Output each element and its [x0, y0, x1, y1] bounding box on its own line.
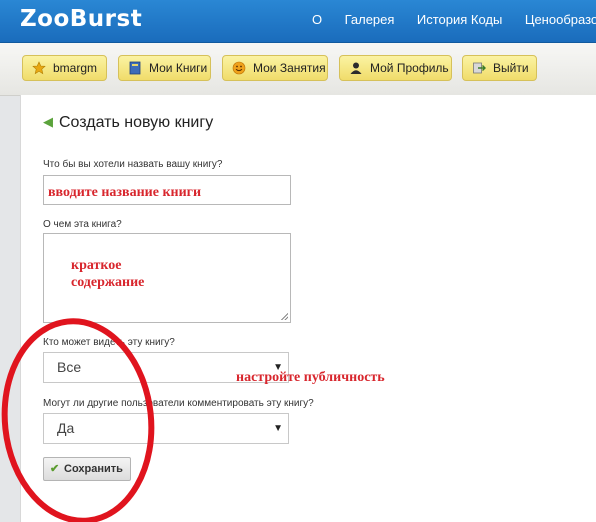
annotation-name-hint: вводите название книги — [48, 185, 202, 200]
comments-label: Могут ли другие пользователи комментиров… — [43, 398, 314, 409]
page-title: ◀ Создать новую книгу — [43, 114, 214, 131]
nav-item-pricing[interactable]: Ценообразова — [525, 12, 596, 27]
zooburst-logo[interactable]: ZooBurst — [20, 6, 142, 32]
logout-button[interactable]: Выйти — [462, 55, 537, 81]
nav-item-stories[interactable]: История Коды — [417, 12, 502, 27]
star-icon — [32, 61, 46, 75]
nav-item-about[interactable]: О — [312, 12, 322, 27]
logout-label: Выйти — [493, 61, 529, 75]
annotation-summary-line1: краткое — [71, 258, 122, 273]
check-icon: ✔ — [50, 463, 60, 475]
chevron-down-icon: ▼ — [273, 423, 283, 434]
book-about-label: О чем эта книга? — [43, 219, 122, 230]
comments-select[interactable]: Да ▼ — [43, 413, 289, 444]
my-classes-button[interactable]: Мои Занятия — [222, 55, 328, 81]
book-icon — [129, 61, 141, 75]
my-profile-label: Мой Профиль — [370, 61, 449, 75]
create-book-panel: ◀ Создать новую книгу Что бы вы хотели на… — [20, 95, 596, 522]
my-books-button[interactable]: Мои Книги — [118, 55, 211, 81]
smiley-icon — [232, 61, 246, 75]
user-button[interactable]: bmargm — [22, 55, 107, 81]
nav-item-gallery[interactable]: Галерея — [345, 12, 395, 27]
save-label: Сохранить — [64, 463, 123, 475]
logout-icon — [473, 62, 486, 74]
main-nav: О Галерея История Коды Ценообразова — [312, 11, 596, 29]
top-navbar: ZooBurst О Галерея История Коды Ценообра… — [0, 0, 596, 43]
save-button[interactable]: ✔ Сохранить — [43, 457, 131, 481]
my-books-label: Мои Книги — [149, 61, 208, 75]
book-name-label: Что бы вы хотели назвать вашу книгу? — [43, 159, 223, 170]
my-profile-button[interactable]: Мой Профиль — [339, 55, 452, 81]
user-label: bmargm — [53, 61, 98, 75]
user-toolbar: bmargm Мои Книги Мои Занятия Мой Профиль… — [0, 43, 596, 96]
annotation-public-hint: настройте публичность — [236, 370, 385, 385]
user-icon — [350, 62, 362, 74]
textarea-resize-handle[interactable] — [281, 313, 288, 320]
back-arrow-icon[interactable]: ◀ — [43, 114, 53, 129]
visibility-value: Все — [57, 359, 82, 375]
visibility-label: Кто может видеть эту книгу? — [43, 337, 175, 348]
comments-value: Да — [57, 420, 75, 436]
my-classes-label: Мои Занятия — [253, 61, 326, 75]
annotation-summary-line2: содержание — [71, 275, 145, 290]
